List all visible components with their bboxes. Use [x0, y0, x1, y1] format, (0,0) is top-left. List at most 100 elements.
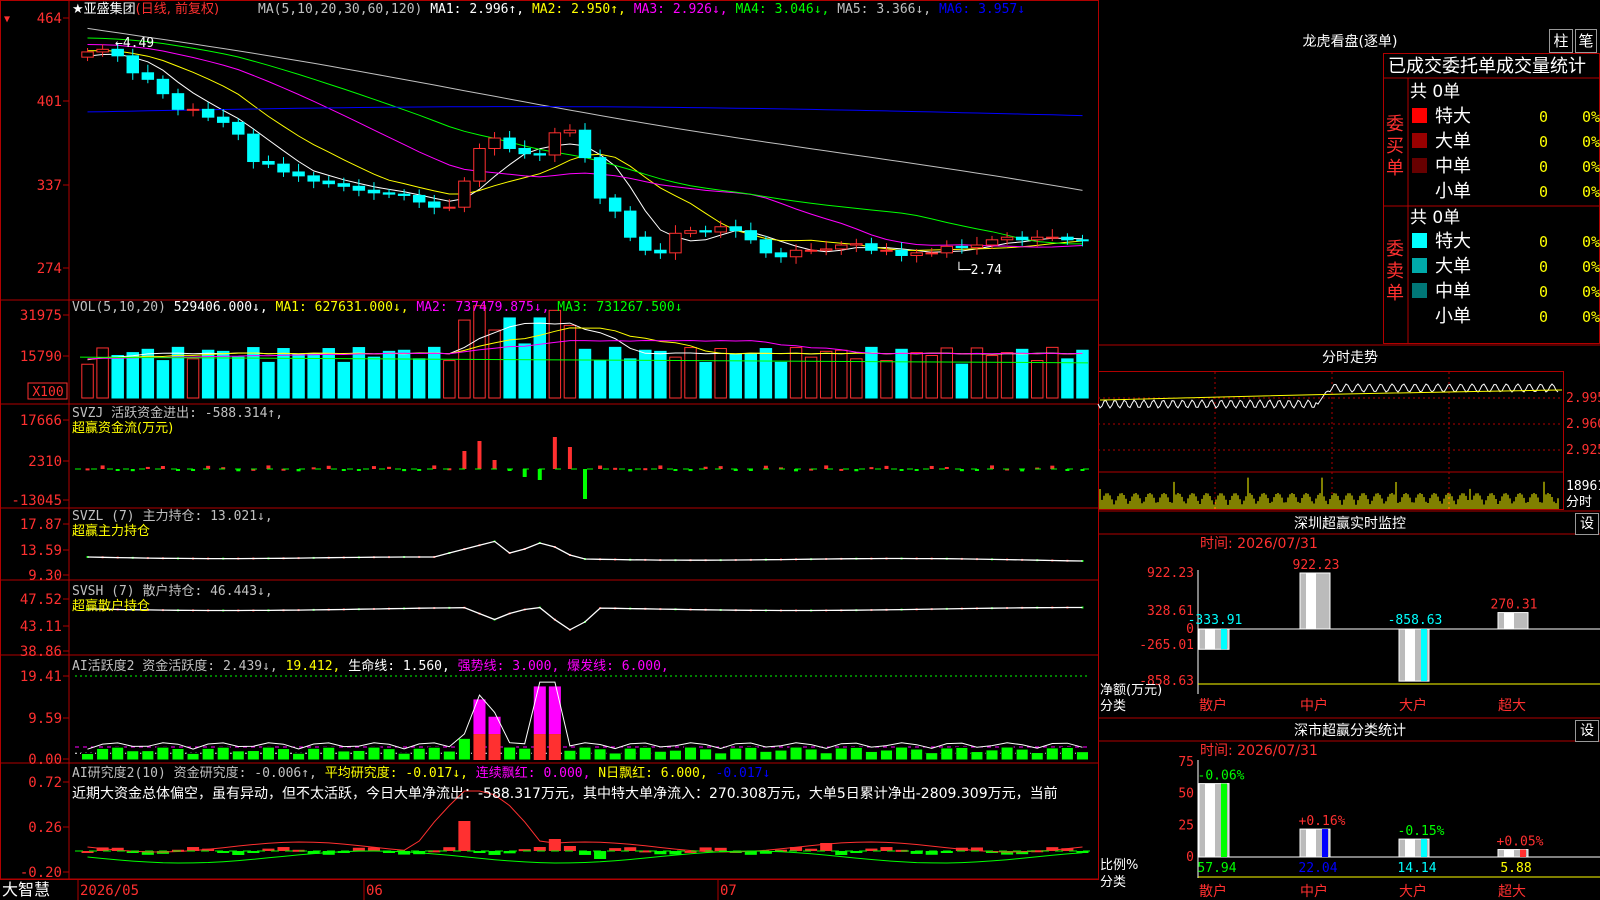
activity-bar: [955, 746, 969, 761]
activity-bar: [789, 746, 803, 761]
flow-bar: [990, 465, 995, 469]
activity-bar: [1030, 752, 1044, 761]
activity-bar: [352, 749, 366, 761]
volume-bar: [397, 349, 411, 399]
svsh-legend: SVSH (7) 散户持仓: 46.443↓,: [72, 583, 273, 599]
buy-row-percent: 0%: [1582, 158, 1600, 176]
volume-bar: [1061, 358, 1074, 399]
activity-line: [87, 681, 1083, 750]
ss-bar-accent: [1221, 783, 1227, 857]
ai2-legend: AI研究度2(10) 资金研究度: -0.006↑, 平均研究度: -0.017…: [72, 765, 770, 781]
activity-bar: [819, 752, 833, 761]
activity-burst-bar: [488, 716, 501, 735]
svzl-subtitle: 超赢主力持仓: [72, 523, 150, 539]
buy-row-swatch: [1412, 133, 1427, 148]
candle-body: [850, 243, 863, 246]
flow-bar: [402, 469, 407, 472]
chart-stage[interactable]: 464 401 337 274 ←4.49 └─2.74 ▼ ★亚盛集团(日线, 前复权) MA…: [0, 0, 1600, 900]
candle-body: [171, 93, 185, 110]
sell-row-swatch: [1412, 233, 1427, 248]
candle-body: [1000, 236, 1014, 241]
settings-button-monitor[interactable]: 设: [1575, 513, 1599, 535]
svsh-axis-label: 43.11: [20, 619, 62, 635]
candle-body: [639, 236, 652, 251]
candle-body: [608, 197, 622, 212]
sz-category: 大户: [1399, 697, 1427, 714]
ai2-axis-label: 0.26: [28, 820, 62, 836]
vol-legend: VOL(5,10,20) 529406.000↓, MA1: 627631.00…: [72, 300, 683, 315]
candle-body: [623, 210, 637, 238]
sell-row-value: 0: [1539, 233, 1548, 251]
ss-category: 超大: [1498, 884, 1526, 900]
fs-vol-label: 18961: [1566, 479, 1600, 494]
activity-bar: [397, 752, 411, 761]
flow-bar: [417, 469, 422, 471]
ss-bar-highlight: [1306, 829, 1316, 857]
svsh-axis-label: 38.86: [20, 644, 62, 660]
brand-label: 大智慧: [2, 880, 50, 899]
buy-row-label: 特大: [1435, 106, 1471, 127]
settings-button-stats[interactable]: 设: [1575, 720, 1599, 742]
flow-bar: [1050, 465, 1055, 469]
activity-bar: [473, 734, 486, 760]
buy-total: 共 0单: [1410, 82, 1460, 102]
research-bar: [488, 851, 501, 855]
svzl-axis-label: 13.59: [20, 543, 62, 559]
research-bar: [548, 839, 561, 851]
research-bar: [925, 851, 938, 855]
activity-burst-bar: [533, 686, 546, 735]
sell-row-label: 特大: [1435, 231, 1471, 252]
buy-row-value: 0: [1539, 183, 1548, 201]
sell-row-label: 小单: [1435, 306, 1471, 327]
volume-bar: [262, 361, 275, 399]
volume-bar: [654, 350, 667, 399]
volume-bar: [835, 349, 848, 399]
volume-bar: [428, 346, 441, 399]
volume-bar: [533, 317, 547, 399]
sz-time: 时间: 2026/07/31: [1200, 536, 1318, 552]
flow-bar: [824, 465, 829, 469]
ai1-axis-label: 19.41: [20, 669, 62, 685]
flow-bar: [130, 469, 135, 472]
volume-bar: [156, 360, 170, 399]
sz-bar-label: -858.63: [1388, 613, 1443, 628]
sell-row-percent: 0%: [1582, 233, 1600, 251]
sell-row-swatch: [1412, 283, 1427, 298]
candle-body: [895, 249, 908, 256]
ma-line-6: [87, 106, 1083, 117]
sz-axis-label: -265.01: [1139, 638, 1194, 653]
activity-bar: [231, 750, 245, 761]
tab-tick-view[interactable]: 笔: [1575, 29, 1597, 53]
activity-bar: [970, 751, 984, 761]
flow-bar: [613, 467, 618, 470]
flow-bar: [492, 460, 497, 469]
volume-bar: [488, 329, 501, 399]
candle-body: [1015, 236, 1029, 241]
candle-body: [578, 129, 592, 159]
candle-body: [1061, 236, 1074, 241]
flow-bar: [326, 465, 331, 469]
candle-body: [654, 249, 667, 254]
tab-bar-view[interactable]: 柱: [1549, 29, 1573, 53]
activity-bar: [186, 752, 200, 761]
sz-xlabel: 分类: [1100, 699, 1126, 714]
ss-ylabel: 比例%: [1100, 858, 1138, 873]
sz-bar-highlight: [1504, 612, 1514, 629]
flow-bar: [462, 451, 467, 469]
activity-bar: [608, 752, 622, 761]
volume-bar: [819, 350, 833, 399]
volume-bar: [352, 347, 366, 399]
activity-bar: [638, 746, 652, 761]
candle-body: [819, 248, 833, 251]
activity-bar: [668, 749, 682, 761]
sz-title: 深圳超赢实时监控: [1294, 515, 1406, 532]
activity-bar: [774, 749, 788, 761]
volume-bar: [1015, 348, 1029, 399]
volume-bar: [186, 358, 200, 399]
candle-body: [759, 239, 773, 254]
svzj-legend: SVZJ 活跃资金进出: -588.314↑,: [72, 405, 283, 421]
activity-bar: [171, 747, 185, 761]
ss-bar-value: 14.14: [1397, 861, 1436, 876]
sell-row-value: 0: [1539, 308, 1548, 326]
candle-body: [382, 192, 396, 195]
